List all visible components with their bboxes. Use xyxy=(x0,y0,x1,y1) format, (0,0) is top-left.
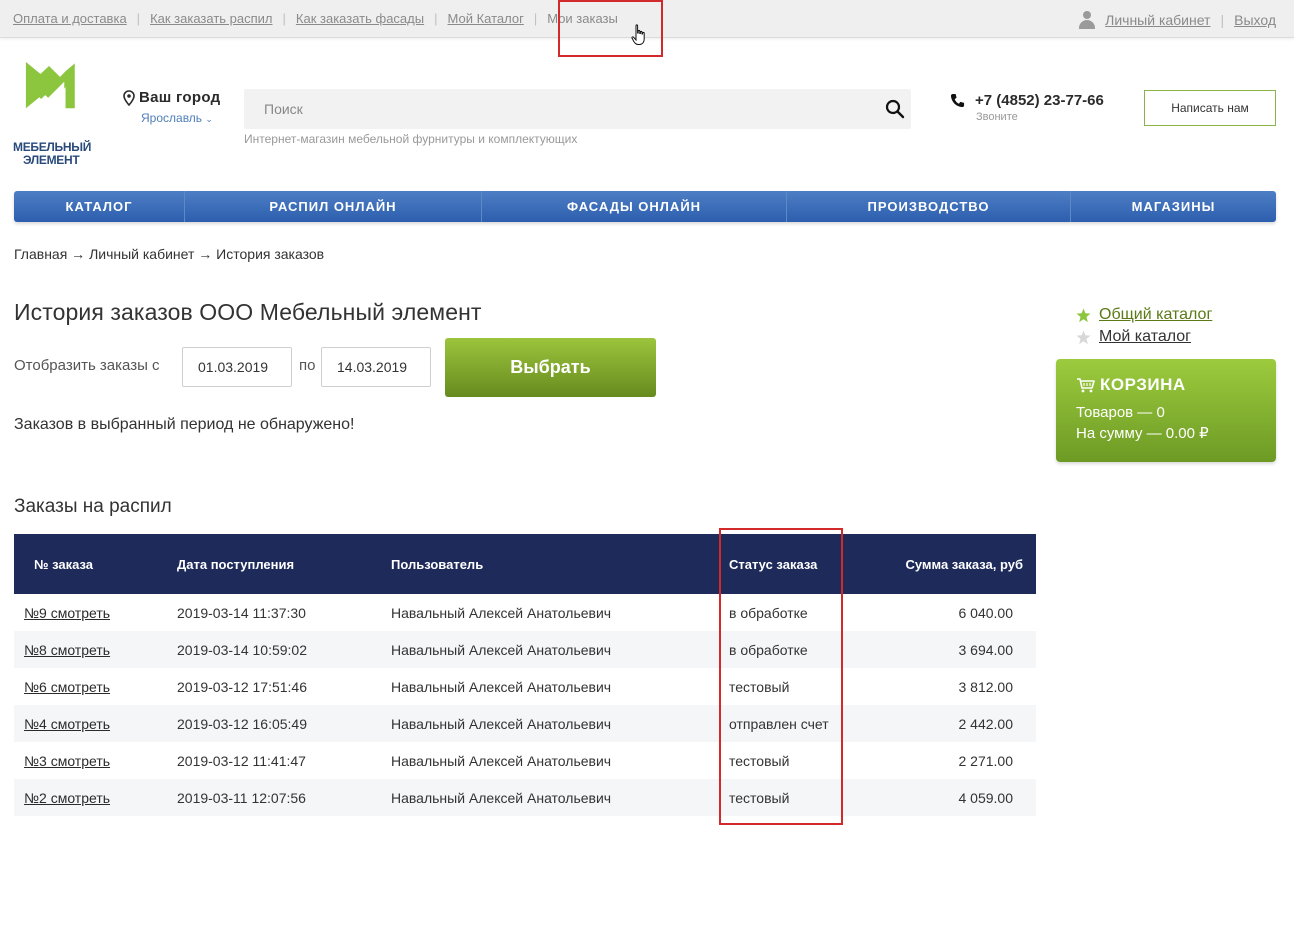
order-view-link[interactable]: №2 смотреть xyxy=(24,790,110,806)
header-sum: Сумма заказа, руб xyxy=(905,556,1023,572)
order-sum: 3 694.00 xyxy=(958,641,1014,658)
order-user: Навальный Алексей Анатольевич xyxy=(391,715,612,732)
order-view-link[interactable]: №3 смотреть xyxy=(24,753,110,769)
cart-total: На сумму — 0.00 ₽ xyxy=(1076,425,1209,442)
city-value[interactable]: Ярославль ⌄ xyxy=(141,111,220,125)
top-link-delivery[interactable]: Оплата и доставка xyxy=(13,11,127,26)
order-date: 2019-03-14 11:37:30 xyxy=(177,604,306,621)
general-catalog-link[interactable]: Общий каталог xyxy=(1099,306,1212,324)
table-row: №9 смотреть 2019-03-14 11:37:30 Навальны… xyxy=(14,594,1036,631)
top-link-my-catalog[interactable]: Мой Каталог xyxy=(447,11,523,26)
header-order-number: № заказа xyxy=(34,556,94,572)
nav-item-catalog[interactable]: КАТАЛОГ xyxy=(14,191,185,222)
header-user: Пользователь xyxy=(391,556,484,572)
nav-item-facades-online[interactable]: ФАСАДЫ ОНЛАЙН xyxy=(482,191,787,222)
search-icon[interactable] xyxy=(885,99,905,119)
date-to-label: по xyxy=(299,357,316,374)
account-links: Личный кабинет | Выход xyxy=(1078,11,1276,29)
nav-item-production[interactable]: ПРОИЗВОДСТВО xyxy=(787,191,1071,222)
tagline: Интернет-магазин мебельной фурнитуры и к… xyxy=(244,132,578,146)
search-input[interactable] xyxy=(244,90,864,128)
account-link[interactable]: Личный кабинет xyxy=(1105,12,1210,28)
order-user: Навальный Алексей Анатольевич xyxy=(391,604,612,621)
table-header-row: № заказа Дата поступления Пользователь С… xyxy=(14,534,1036,594)
city-label: Ваш город xyxy=(139,89,221,106)
logo-icon[interactable] xyxy=(13,62,89,132)
phone-number[interactable]: +7 (4852) 23-77-66 xyxy=(975,92,1104,109)
table-row: №8 смотреть 2019-03-14 10:59:02 Навальны… xyxy=(14,631,1036,668)
order-sum: 2 442.00 xyxy=(958,715,1014,732)
header-date: Дата поступления xyxy=(177,556,295,572)
nav-item-cut-online[interactable]: РАСПИЛ ОНЛАЙН xyxy=(185,191,482,222)
cart-title: КОРЗИНА xyxy=(1100,375,1186,394)
top-links: Оплата и доставка | Как заказать распил | Ка… xyxy=(13,11,618,26)
chevron-down-icon: ⌄ xyxy=(205,114,213,124)
order-user: Навальный Алексей Анатольевич xyxy=(391,789,612,806)
highlight-status-column xyxy=(719,528,843,825)
my-catalog-link[interactable]: Мой каталог xyxy=(1099,328,1191,346)
order-view-link[interactable]: №4 смотреть xyxy=(24,716,110,732)
cart-items-count: Товаров — 0 xyxy=(1076,404,1165,421)
order-sum: 6 040.00 xyxy=(958,604,1014,621)
table-row: №2 смотреть 2019-03-11 12:07:56 Навальны… xyxy=(14,779,1036,816)
no-orders-message: Заказов в выбранный период не обнаружено… xyxy=(14,416,355,433)
cut-orders-table: № заказа Дата поступления Пользователь С… xyxy=(14,534,1036,816)
catalog-links: Общий каталог Мой каталог xyxy=(1076,304,1212,348)
table-row: №4 смотреть 2019-03-12 16:05:49 Навальны… xyxy=(14,705,1036,742)
order-sum: 2 271.00 xyxy=(958,752,1014,769)
order-sum: 4 059.00 xyxy=(958,789,1014,806)
star-icon xyxy=(1076,307,1091,322)
order-user: Навальный Алексей Анатольевич xyxy=(391,641,612,658)
date-filter-label: Отобразить заказы с xyxy=(14,357,160,374)
order-view-link[interactable]: №6 смотреть xyxy=(24,679,110,695)
order-date: 2019-03-11 12:07:56 xyxy=(177,789,306,806)
hand-cursor-icon xyxy=(631,24,645,45)
order-date: 2019-03-12 17:51:46 xyxy=(177,678,307,695)
top-link-how-cut[interactable]: Как заказать распил xyxy=(150,11,272,26)
table-row: №3 смотреть 2019-03-12 11:41:47 Навальны… xyxy=(14,742,1036,779)
location-pin-icon xyxy=(123,89,135,106)
logo-text: МЕБЕЛЬНЫЙ ЭЛЕМЕНТ xyxy=(13,140,92,167)
page-title: История заказов ООО Мебельный элемент xyxy=(14,299,482,325)
order-view-link[interactable]: №9 смотреть xyxy=(24,605,110,621)
main-nav: КАТАЛОГ РАСПИЛ ОНЛАЙН ФАСАДЫ ОНЛАЙН ПРОИ… xyxy=(14,191,1276,222)
city-selector[interactable]: Ваш город Ярославль ⌄ xyxy=(123,89,220,125)
user-icon xyxy=(1078,11,1096,29)
phone-icon xyxy=(950,93,965,108)
date-from-input[interactable] xyxy=(182,347,292,387)
star-outline-icon xyxy=(1076,329,1091,344)
cart-widget[interactable]: КОРЗИНА Товаров — 0 На сумму — 0.00 ₽ xyxy=(1056,359,1276,462)
phone-hint: Звоните xyxy=(976,111,1018,123)
date-to-input[interactable] xyxy=(321,347,431,387)
order-view-link[interactable]: №8 смотреть xyxy=(24,642,110,658)
order-sum: 3 812.00 xyxy=(958,678,1014,695)
order-date: 2019-03-14 10:59:02 xyxy=(177,641,307,658)
order-date: 2019-03-12 16:05:49 xyxy=(177,715,307,732)
order-date: 2019-03-12 11:41:47 xyxy=(177,752,306,769)
logout-link[interactable]: Выход xyxy=(1234,12,1276,28)
order-user: Навальный Алексей Анатольевич xyxy=(391,752,612,769)
nav-item-shops[interactable]: МАГАЗИНЫ xyxy=(1071,191,1276,222)
order-user: Навальный Алексей Анатольевич xyxy=(391,678,612,695)
search-bar xyxy=(244,89,911,129)
top-link-how-facades[interactable]: Как заказать фасады xyxy=(296,11,424,26)
table-row: №6 смотреть 2019-03-12 17:51:46 Навальны… xyxy=(14,668,1036,705)
highlight-my-orders xyxy=(558,0,663,57)
cart-icon xyxy=(1077,378,1095,393)
cut-orders-title: Заказы на распил xyxy=(14,496,172,517)
breadcrumb[interactable]: Главная → Личный кабинет → История заказ… xyxy=(14,246,324,262)
phone-block: +7 (4852) 23-77-66 Звоните xyxy=(950,92,1104,123)
write-us-button[interactable]: Написать нам xyxy=(1144,90,1276,126)
select-button[interactable]: Выбрать xyxy=(445,338,656,397)
